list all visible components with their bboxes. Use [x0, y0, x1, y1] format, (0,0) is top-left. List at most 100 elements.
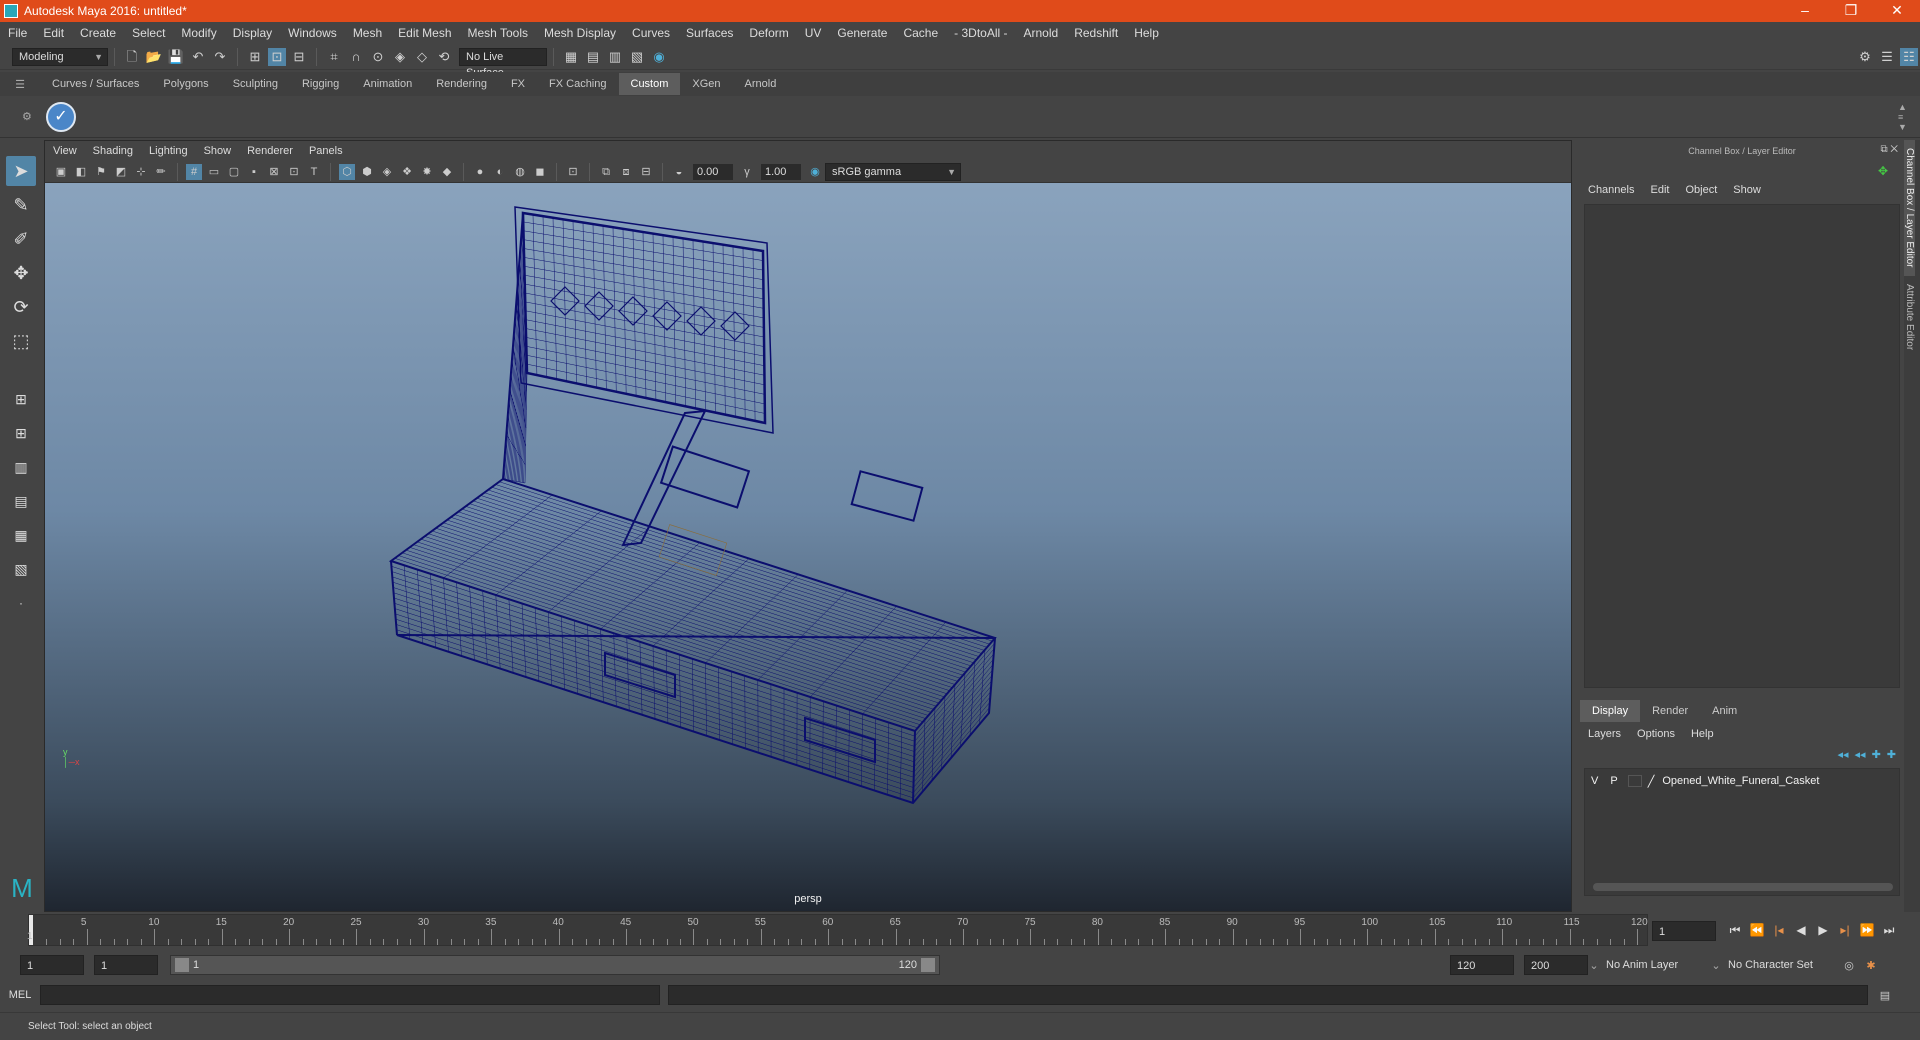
outliner-layout-icon[interactable]: ▦ [6, 520, 36, 550]
render-view-icon[interactable]: ◉ [650, 48, 668, 66]
xray-components-icon[interactable]: ⊟ [638, 164, 654, 180]
textured-icon[interactable]: ❖ [399, 164, 415, 180]
viewport-menu-renderer[interactable]: Renderer [239, 141, 301, 161]
shelf-scroll-arrows-icon[interactable]: ▲ ≡ ▼ [1898, 102, 1912, 132]
camera-attributes-icon[interactable]: ◧ [73, 164, 89, 180]
smooth-shade-icon[interactable]: ⬢ [359, 164, 375, 180]
shelf-options-icon[interactable]: ⚙ [22, 110, 38, 123]
redo-icon[interactable]: ↷ [211, 48, 229, 66]
tab-sculpting[interactable]: Sculpting [221, 73, 290, 95]
script-editor-icon[interactable]: ▤ [1876, 989, 1894, 1002]
menu-display[interactable]: Display [225, 22, 280, 44]
bookmark-icon[interactable]: ⚑ [93, 164, 109, 180]
four-view-layout-icon[interactable]: ⊞ [6, 418, 36, 448]
playback-end-field[interactable]: 120 [1450, 955, 1514, 975]
menu-file[interactable]: File [0, 22, 35, 44]
modeling-toolkit-icon[interactable]: ⚙ [1856, 48, 1874, 66]
layer-menu-help[interactable]: Help [1683, 728, 1722, 740]
play-backwards-icon[interactable]: ◀ [1790, 923, 1812, 937]
auto-key-icon[interactable]: ◎ [1838, 959, 1860, 972]
tab-display-layers[interactable]: Display [1580, 700, 1641, 722]
viewport-menu-view[interactable]: View [45, 141, 85, 161]
wireframe-on-shaded-icon[interactable]: ◈ [379, 164, 395, 180]
layer-edit-icon[interactable]: ╱ [1646, 775, 1657, 788]
tab-curves-surfaces[interactable]: Curves / Surfaces [40, 73, 151, 95]
menu-edit[interactable]: Edit [35, 22, 72, 44]
gamma-icon[interactable]: γ [739, 164, 755, 180]
safe-action-icon[interactable]: ⊡ [286, 164, 302, 180]
menu-redshift[interactable]: Redshift [1066, 22, 1126, 44]
character-set-selector[interactable]: No Character Set [1722, 955, 1838, 975]
rotate-tool-icon[interactable]: ⟳ [6, 292, 36, 322]
menu-mesh[interactable]: Mesh [345, 22, 390, 44]
grease-pencil-icon[interactable]: ✏ [153, 164, 169, 180]
exposure-field[interactable]: 0.00 [693, 163, 733, 180]
tab-polygons[interactable]: Polygons [151, 73, 220, 95]
ambient-occlusion-icon[interactable]: ● [472, 164, 488, 180]
channel-list[interactable] [1584, 204, 1900, 688]
new-layer-selected-icon[interactable]: ✚ [1887, 748, 1896, 761]
exposure-icon[interactable]: ◒ [671, 164, 687, 180]
tab-fx[interactable]: FX [499, 73, 537, 95]
select-hierarchy-icon[interactable]: ⊞ [246, 48, 264, 66]
open-scene-icon[interactable]: 📂 [145, 48, 163, 66]
viewport-3d-canvas[interactable]: y │─x persp [45, 183, 1571, 911]
image-plane-icon[interactable]: ◩ [113, 164, 129, 180]
layer-color-swatch[interactable] [1627, 775, 1642, 787]
playback-start-field[interactable]: 1 [94, 955, 158, 975]
channel-box-menu-object[interactable]: Object [1677, 184, 1725, 196]
panel-float-close-icon[interactable]: ⧉ ✕ [1880, 144, 1898, 155]
mode-selector[interactable]: Modeling ▼ [12, 47, 108, 66]
camera-icon[interactable]: ▣ [53, 164, 69, 180]
menu-deform[interactable]: Deform [741, 22, 796, 44]
tab-rigging[interactable]: Rigging [290, 73, 351, 95]
menu-edit-mesh[interactable]: Edit Mesh [390, 22, 459, 44]
channel-box-toggle-icon[interactable]: ☷ [1900, 47, 1918, 66]
motion-blur-icon[interactable]: ◐ [492, 164, 508, 180]
toolbox-more-icon[interactable]: · [6, 588, 36, 618]
channel-box-settings-icon[interactable]: ✥ [1878, 164, 1888, 178]
tab-custom[interactable]: Custom [618, 73, 681, 95]
select-tool-icon[interactable]: ➤ [6, 156, 36, 186]
undo-icon[interactable]: ↶ [189, 48, 207, 66]
paint-select-tool-icon[interactable]: ✐ [6, 224, 36, 254]
playback-range-bar[interactable]: 1 120 [170, 955, 940, 975]
current-frame-field[interactable]: 1 [1652, 921, 1716, 941]
shelf-check-tool-icon[interactable]: ✓ [46, 101, 76, 132]
wireframe-icon[interactable]: ⬡ [339, 163, 355, 180]
move-tool-icon[interactable]: ✥ [6, 258, 36, 288]
menu-create[interactable]: Create [72, 22, 124, 44]
scene-end-field[interactable]: 200 [1524, 955, 1588, 975]
tab-fx-caching[interactable]: FX Caching [537, 73, 618, 95]
side-tab-attribute-editor[interactable]: Attribute Editor [1904, 276, 1915, 358]
field-chart-icon[interactable]: ⊠ [266, 164, 282, 180]
side-tab-channel-box[interactable]: Channel Box / Layer Editor [1904, 140, 1915, 276]
command-input[interactable] [40, 985, 660, 1005]
lights-icon[interactable]: ✸ [419, 164, 435, 180]
snap-point-icon[interactable]: ⊙ [369, 48, 387, 66]
layer-list-scrollbar[interactable] [1593, 883, 1893, 891]
hypershade-icon[interactable]: ▧ [628, 48, 646, 66]
layer-menu-layers[interactable]: Layers [1580, 728, 1629, 740]
viewport-menu-panels[interactable]: Panels [301, 141, 351, 161]
symmetry-icon[interactable]: ⟲ [435, 48, 453, 66]
restore-button[interactable]: ❐ [1828, 0, 1874, 22]
viewport-menu-show[interactable]: Show [196, 141, 240, 161]
tab-render-layers[interactable]: Render [1640, 700, 1700, 722]
range-end-handle[interactable] [921, 958, 935, 972]
tab-anim-layers[interactable]: Anim [1700, 700, 1749, 722]
persp-graph-layout-icon[interactable]: ▤ [6, 486, 36, 516]
step-forward-frame-icon[interactable]: ▸| [1834, 923, 1856, 937]
play-forwards-icon[interactable]: ▶ [1812, 923, 1834, 937]
attribute-editor-icon[interactable]: ☰ [1878, 48, 1896, 66]
snap-live-icon[interactable]: ◇ [413, 48, 431, 66]
menu-cache[interactable]: Cache [895, 22, 946, 44]
menu-mesh-tools[interactable]: Mesh Tools [460, 22, 536, 44]
menu-windows[interactable]: Windows [280, 22, 345, 44]
ipr-render-icon[interactable]: ▤ [584, 48, 602, 66]
script-language-label[interactable]: MEL [0, 989, 40, 1001]
shelf-menu-icon[interactable]: ☰ [0, 78, 40, 91]
scene-start-field[interactable]: 1 [20, 955, 84, 975]
move-layer-down-icon[interactable]: ◂◂ [1855, 748, 1866, 761]
layer-visibility-toggle[interactable]: V [1585, 775, 1604, 787]
